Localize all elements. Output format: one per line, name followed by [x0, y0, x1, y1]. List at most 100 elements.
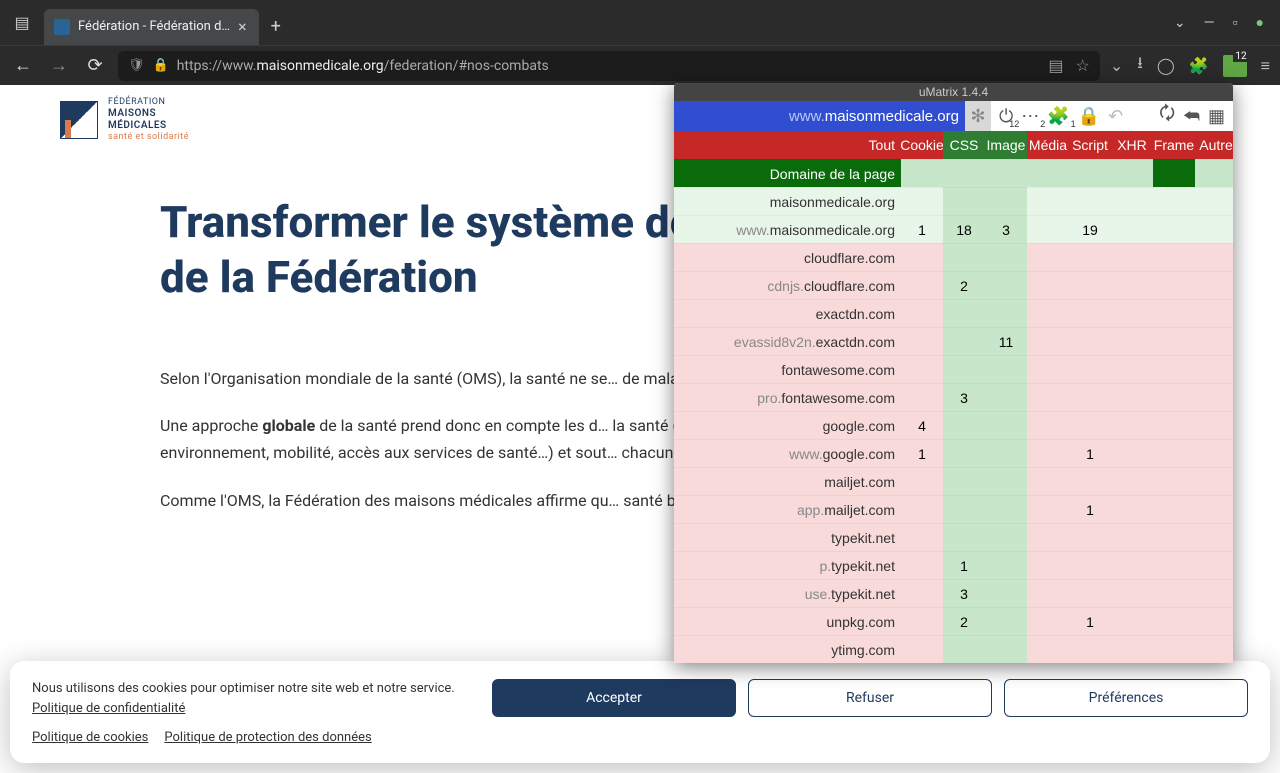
matrix-cell[interactable]	[943, 327, 985, 355]
matrix-cell[interactable]	[1111, 271, 1153, 299]
account-icon[interactable]: ◯	[1157, 56, 1175, 75]
matrix-row-label[interactable]: typekit.net	[674, 523, 901, 551]
matrix-cell[interactable]	[1069, 411, 1111, 439]
matrix-cell[interactable]	[1153, 439, 1195, 467]
matrix-cell[interactable]: 1	[901, 215, 943, 243]
matrix-cell[interactable]	[1111, 495, 1153, 523]
matrix-cell[interactable]	[943, 439, 985, 467]
matrix-cell[interactable]	[1111, 187, 1153, 215]
matrix-cell[interactable]	[985, 523, 1027, 551]
matrix-cell[interactable]	[943, 635, 985, 663]
matrix-row-label[interactable]: mailjet.com	[674, 467, 901, 495]
matrix-cell[interactable]	[1153, 495, 1195, 523]
matrix-row-label[interactable]: exactdn.com	[674, 299, 901, 327]
matrix-row-label[interactable]: use.typekit.net	[674, 579, 901, 607]
options-icon[interactable]: ⋯2	[1021, 106, 1039, 127]
minimize-icon[interactable]: —	[1204, 15, 1215, 31]
bookmark-star-icon[interactable]: ☆	[1075, 56, 1089, 75]
lock-icon[interactable]: 🔒	[1078, 106, 1100, 127]
matrix-cell[interactable]	[1027, 299, 1069, 327]
matrix-cell[interactable]	[1153, 215, 1195, 243]
matrix-cell[interactable]	[1111, 439, 1153, 467]
matrix-cell[interactable]	[1195, 243, 1233, 271]
power-icon[interactable]: ⏻12	[999, 106, 1013, 127]
matrix-cell[interactable]	[901, 523, 943, 551]
matrix-cell[interactable]	[985, 439, 1027, 467]
matrix-row-label[interactable]: p.typekit.net	[674, 551, 901, 579]
matrix-cell[interactable]	[943, 243, 985, 271]
matrix-cell[interactable]	[985, 187, 1027, 215]
url-bar[interactable]: 🛡 🔒 https://www.maisonmedicale.org/feder…	[118, 51, 1100, 81]
matrix-cell[interactable]	[1069, 271, 1111, 299]
cookie-reject-button[interactable]: Refuser	[748, 679, 992, 717]
matrix-cell[interactable]	[1153, 271, 1195, 299]
matrix-cell[interactable]	[943, 467, 985, 495]
matrix-cell[interactable]	[901, 355, 943, 383]
matrix-cell[interactable]	[1027, 271, 1069, 299]
matrix-cell[interactable]	[1153, 327, 1195, 355]
matrix-cell[interactable]	[1195, 607, 1233, 635]
reload-button[interactable]: ⟳	[82, 55, 108, 76]
matrix-cell[interactable]: 1	[1069, 607, 1111, 635]
matrix-cell[interactable]	[901, 579, 943, 607]
matrix-cell[interactable]	[985, 607, 1027, 635]
matrix-cell[interactable]	[1111, 383, 1153, 411]
matrix-cell[interactable]	[1069, 327, 1111, 355]
matrix-cell[interactable]	[901, 299, 943, 327]
downloads-icon[interactable]: ⭳	[1137, 52, 1143, 79]
matrix-cell[interactable]	[985, 383, 1027, 411]
matrix-cell[interactable]	[985, 299, 1027, 327]
matrix-cell[interactable]	[1153, 551, 1195, 579]
matrix-cell[interactable]	[985, 411, 1027, 439]
matrix-cell[interactable]	[1069, 551, 1111, 579]
matrix-cell[interactable]	[1069, 635, 1111, 663]
matrix-cell[interactable]	[943, 355, 985, 383]
matrix-cell[interactable]	[1027, 187, 1069, 215]
matrix-cell[interactable]	[1195, 271, 1233, 299]
matrix-row-label[interactable]: unpkg.com	[674, 607, 901, 635]
header-image[interactable]: Image	[985, 131, 1027, 159]
matrix-cell[interactable]	[901, 551, 943, 579]
matrix-cell[interactable]	[1027, 355, 1069, 383]
matrix-row-label[interactable]: maisonmedicale.org	[674, 187, 901, 215]
matrix-cell[interactable]	[1153, 523, 1195, 551]
header-script[interactable]: Script	[1069, 131, 1111, 159]
matrix-cell[interactable]	[1069, 467, 1111, 495]
matrix-cell[interactable]	[1111, 579, 1153, 607]
matrix-cell[interactable]	[985, 271, 1027, 299]
matrix-cell[interactable]	[1195, 187, 1233, 215]
matrix-cell[interactable]	[1153, 383, 1195, 411]
matrix-cell[interactable]	[1195, 467, 1233, 495]
cookie-prefs-button[interactable]: Préférences	[1004, 679, 1248, 717]
matrix-cell[interactable]	[1027, 635, 1069, 663]
umatrix-grid[interactable]: Tout Cookie CSS Image Média Script XHR F…	[674, 131, 1233, 663]
matrix-cell[interactable]	[1195, 579, 1233, 607]
matrix-cell[interactable]	[1195, 355, 1233, 383]
scope-global-icon[interactable]: ✻	[965, 101, 991, 131]
matrix-cell[interactable]	[943, 299, 985, 327]
matrix-cell[interactable]	[1111, 635, 1153, 663]
header-xhr[interactable]: XHR	[1111, 131, 1153, 159]
matrix-cell[interactable]	[1111, 355, 1153, 383]
matrix-cell[interactable]	[1153, 299, 1195, 327]
matrix-cell[interactable]	[943, 411, 985, 439]
matrix-cell[interactable]	[943, 159, 985, 187]
matrix-cell[interactable]	[1195, 551, 1233, 579]
matrix-cell[interactable]	[1027, 439, 1069, 467]
data-policy-link[interactable]: Politique de protection des données	[164, 730, 371, 745]
matrix-cell[interactable]	[1069, 355, 1111, 383]
matrix-cell[interactable]	[943, 187, 985, 215]
matrix-cell[interactable]	[1069, 383, 1111, 411]
header-css[interactable]: CSS	[943, 131, 985, 159]
umatrix-scope[interactable]: www.maisonmedicale.org ✻	[674, 101, 991, 131]
umatrix-toolbar-button[interactable]	[1223, 55, 1247, 77]
matrix-cell[interactable]	[1069, 243, 1111, 271]
revert-icon[interactable]: ↶	[1108, 106, 1123, 127]
matrix-cell[interactable]	[1195, 299, 1233, 327]
matrix-row-label[interactable]: evassid8v2n.exactdn.com	[674, 327, 901, 355]
matrix-cell[interactable]	[1027, 383, 1069, 411]
matrix-cell[interactable]	[985, 579, 1027, 607]
header-frame[interactable]: Frame	[1153, 131, 1195, 159]
matrix-cell[interactable]	[1111, 327, 1153, 355]
matrix-cell[interactable]: 3	[943, 383, 985, 411]
